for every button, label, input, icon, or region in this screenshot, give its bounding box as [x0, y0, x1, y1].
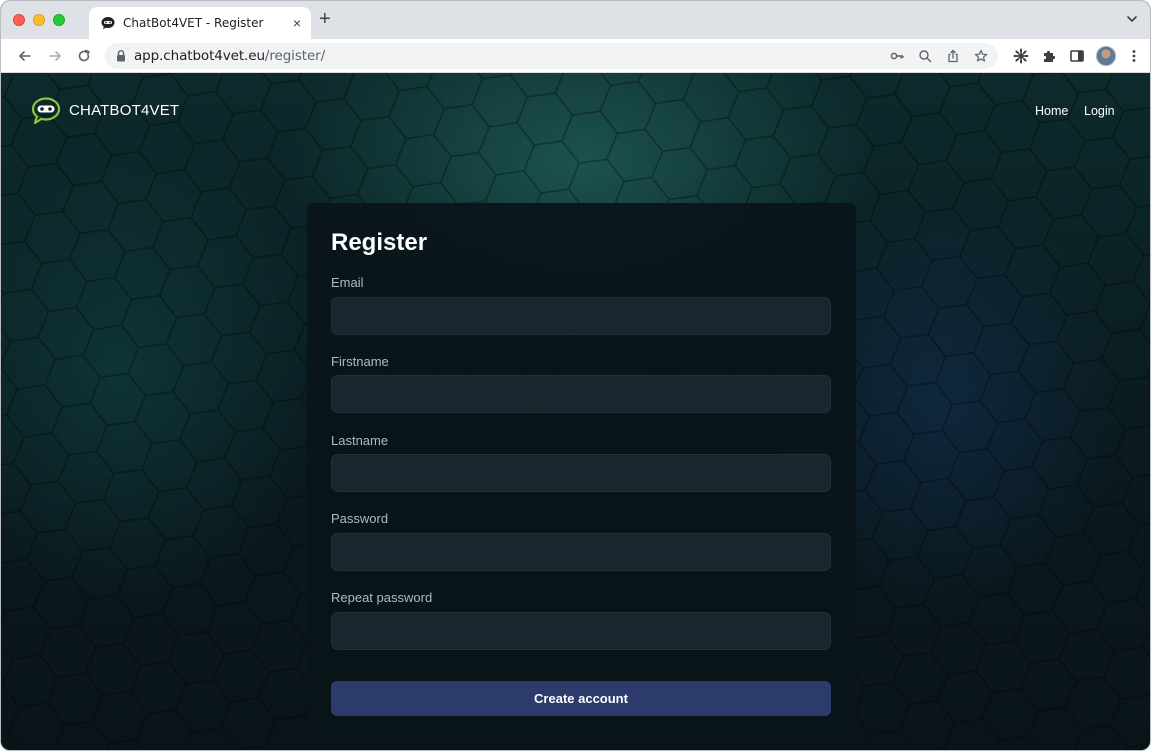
- repeat-password-field[interactable]: [331, 612, 831, 650]
- puzzle-icon[interactable]: [1041, 48, 1057, 64]
- minimize-window-button[interactable]: [33, 14, 45, 26]
- kebab-menu-icon[interactable]: [1126, 48, 1142, 64]
- firstname-field[interactable]: [331, 375, 831, 413]
- chatbot-logo-icon: [31, 97, 61, 125]
- reload-icon[interactable]: [76, 48, 92, 64]
- chatbot-favicon-icon: [101, 17, 115, 30]
- forward-arrow-icon[interactable]: [47, 48, 63, 64]
- new-tab-button[interactable]: +: [319, 9, 331, 29]
- browser-tab-active[interactable]: ChatBot4VET - Register ×: [89, 7, 311, 39]
- firstname-label: Firstname: [331, 354, 389, 369]
- close-window-button[interactable]: [13, 14, 25, 26]
- nav-login-link[interactable]: Login: [1084, 104, 1115, 118]
- tab-close-icon[interactable]: ×: [293, 15, 301, 31]
- extension-icon[interactable]: [1013, 48, 1029, 64]
- lock-icon[interactable]: [115, 49, 127, 63]
- back-arrow-icon[interactable]: [17, 48, 33, 64]
- star-icon[interactable]: [974, 49, 988, 63]
- page-title: Register: [331, 229, 428, 256]
- url-domain: app.chatbot4vet.eu: [134, 48, 265, 64]
- zoom-icon[interactable]: [918, 49, 932, 63]
- maximize-window-button[interactable]: [53, 14, 65, 26]
- repeat-password-label: Repeat password: [331, 590, 433, 605]
- password-field[interactable]: [331, 533, 831, 571]
- create-account-button[interactable]: Create account: [331, 681, 831, 716]
- lastname-field[interactable]: [331, 454, 831, 492]
- profile-avatar[interactable]: [1096, 46, 1116, 66]
- key-icon[interactable]: [890, 49, 904, 63]
- tab-title: ChatBot4VET - Register: [123, 16, 264, 30]
- brand-name: CHATBOT4VET: [69, 102, 180, 119]
- share-icon[interactable]: [946, 49, 960, 63]
- browser-toolbar: app.chatbot4vet.eu/register/: [1, 39, 1150, 73]
- tab-strip: ChatBot4VET - Register × +: [1, 1, 1150, 39]
- email-field[interactable]: [331, 297, 831, 335]
- address-bar[interactable]: app.chatbot4vet.eu/register/: [105, 43, 998, 69]
- url-path: /register/: [264, 48, 326, 64]
- url-text[interactable]: app.chatbot4vet.eu/register/: [134, 48, 325, 64]
- register-card: Register Email Firstname Lastname Passwo…: [307, 203, 856, 750]
- email-label: Email: [331, 275, 364, 290]
- tab-list-chevron-icon[interactable]: [1126, 13, 1138, 25]
- nav-home-link[interactable]: Home: [1035, 104, 1068, 118]
- sidepanel-icon[interactable]: [1069, 48, 1085, 64]
- password-label: Password: [331, 511, 389, 526]
- lastname-label: Lastname: [331, 433, 389, 448]
- page-viewport: CHATBOT4VET Home Login Register Email Fi…: [1, 73, 1150, 750]
- browser-window: ChatBot4VET - Register × + app.chatbot4v…: [0, 0, 1151, 751]
